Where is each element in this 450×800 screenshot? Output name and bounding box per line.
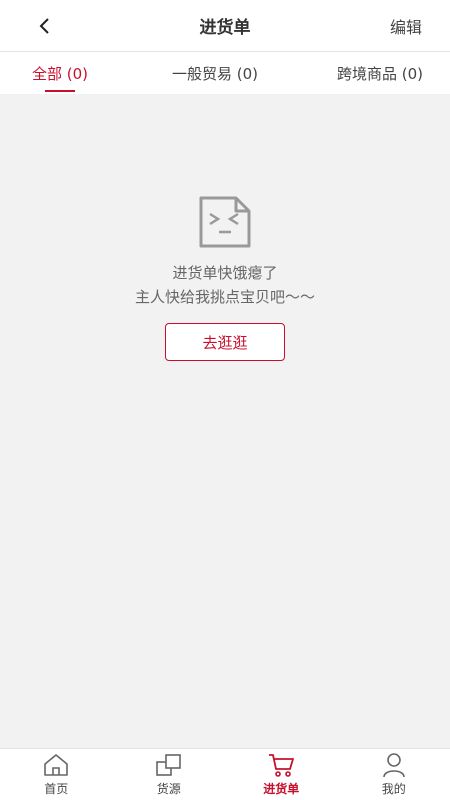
nav-source[interactable]: 货源 <box>113 749 226 800</box>
nav-home[interactable]: 首页 <box>0 749 113 800</box>
tab-general-trade[interactable]: 一般贸易 (0) <box>120 52 310 94</box>
empty-message-line1: 进货单快饿瘪了 <box>172 264 278 282</box>
tab-all-label: 全部 (0) <box>31 64 89 83</box>
bottom-navigation: 首页 货源 进货单 我的 <box>0 748 450 800</box>
top-bar: 进货单 编辑 <box>0 0 450 52</box>
nav-mine[interactable]: 我的 <box>338 749 450 800</box>
empty-state: 进货单快饿瘪了 主人快给我挑点宝贝吧～～ 去逛逛 <box>0 195 450 361</box>
source-icon <box>155 752 183 778</box>
empty-message-line2: 主人快给我挑点宝贝吧～～ <box>134 288 315 306</box>
nav-mine-label: 我的 <box>381 782 406 796</box>
tab-all[interactable]: 全部 (0) <box>0 52 120 94</box>
app-root: 进货单 编辑 全部 (0) 一般贸易 (0) 跨境商品 (0) 进货单快饿瘪了 … <box>0 0 450 800</box>
back-button[interactable] <box>26 10 62 42</box>
nav-home-label: 首页 <box>44 782 69 796</box>
page-title: 进货单 <box>199 18 251 38</box>
tab-general-trade-label: 一般贸易 (0) <box>171 64 259 83</box>
tab-cross-border-label: 跨境商品 (0) <box>336 64 424 83</box>
nav-cart-label: 进货单 <box>263 782 300 796</box>
chevron-left-icon <box>39 18 49 34</box>
active-tab-indicator <box>45 90 75 92</box>
nav-source-label: 货源 <box>156 782 181 796</box>
category-tabs: 全部 (0) 一般贸易 (0) 跨境商品 (0) <box>0 52 450 94</box>
sad-document-icon <box>198 195 252 249</box>
tab-cross-border[interactable]: 跨境商品 (0) <box>310 52 450 94</box>
go-shopping-button[interactable]: 去逛逛 <box>165 323 285 361</box>
cart-icon <box>267 752 295 778</box>
nav-cart[interactable]: 进货单 <box>225 749 338 800</box>
edit-button[interactable]: 编辑 <box>390 0 422 52</box>
home-icon <box>42 752 70 778</box>
user-icon <box>380 752 408 778</box>
